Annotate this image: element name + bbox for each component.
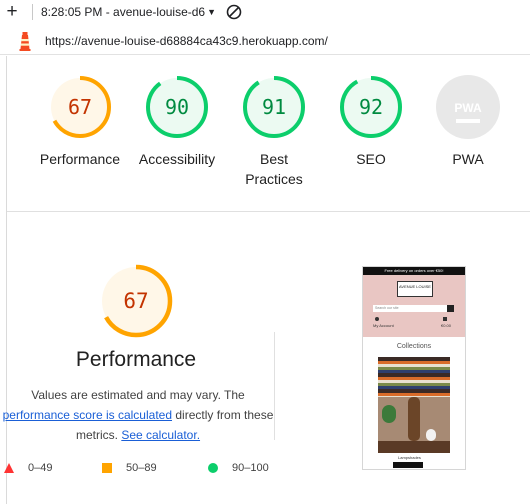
pwa-icon: PWA (436, 75, 500, 139)
performance-description: Values are estimated and may vary. The p… (0, 385, 276, 445)
collections-heading: Collections (396, 343, 432, 350)
site-search: Search our site (373, 305, 453, 312)
promo-banner: Free delivery on orders over €50! (363, 267, 465, 275)
lighthouse-icon (19, 31, 31, 51)
triangle-icon (4, 463, 14, 473)
desc-line-1: Values are estimated and may vary. The (31, 388, 245, 402)
user-icon (375, 317, 379, 321)
column-divider (274, 332, 275, 440)
toolbar-divider (32, 4, 33, 20)
site-logo: AVENUE LOUISE (397, 281, 433, 297)
gauge-best-practices[interactable]: 91 Best Practices (229, 75, 319, 189)
square-icon (102, 463, 112, 473)
score-gauges: 67 Performance 90 Accessibility 91 Best … (0, 62, 530, 212)
legend-pass: 90–100 (208, 462, 269, 474)
gauge-label: Performance (39, 151, 121, 167)
report-selector-label: 8:28:05 PM - avenue-louise-d6 (41, 5, 206, 19)
circle-icon (208, 463, 218, 473)
legend-range: 50–89 (126, 462, 157, 474)
legend-range: 0–49 (28, 462, 53, 474)
cart-icon (443, 317, 447, 321)
report-toolbar: + 8:28:05 PM - avenue-louise-d6 ▼ (0, 0, 530, 24)
report-selector[interactable]: 8:28:05 PM - avenue-louise-d6 ▼ (41, 5, 216, 19)
performance-title: Performance (75, 348, 197, 371)
image-caption: Lampshades (398, 455, 421, 460)
gauge-label: SEO (356, 151, 386, 167)
page-screenshot[interactable]: Free delivery on orders over €50! AVENUE… (362, 266, 466, 470)
desc-line-3: metrics. (75, 428, 118, 442)
lampshade-image (378, 357, 450, 453)
score-calculation-link[interactable]: performance score is calculated (3, 408, 172, 422)
cart-total: €0.00 (441, 323, 452, 328)
gauge-label: Accessibility (138, 151, 216, 167)
gauge-accessibility[interactable]: 90 Accessibility (132, 75, 222, 169)
section-divider (7, 211, 530, 212)
legend-average: 50–89 (102, 462, 157, 474)
score-value: 90 (164, 95, 190, 119)
gauge-pwa[interactable]: PWA PWA (423, 75, 513, 169)
legend-fail: 0–49 (4, 462, 52, 474)
desc-line-2: directly from these (175, 408, 274, 422)
performance-score: 67 (123, 289, 149, 313)
gauge-label: PWA (452, 151, 484, 167)
search-icon (447, 305, 454, 312)
score-value: 92 (358, 95, 384, 119)
report-url[interactable]: https://avenue-louise-d68884ca43c9.herok… (45, 34, 328, 48)
plus-icon[interactable]: + (0, 2, 24, 22)
gauge-label: Best Practices (245, 151, 303, 187)
block-icon[interactable] (226, 4, 242, 20)
thumbnail-footer-bar (393, 462, 423, 468)
site-header: AVENUE LOUISE Search our site My Account… (363, 275, 465, 337)
report-url-bar: https://avenue-louise-d68884ca43c9.herok… (0, 27, 530, 55)
gauge-performance[interactable]: 67 Performance (35, 75, 125, 169)
account-label: My Account (373, 323, 394, 328)
caret-down-icon: ▼ (207, 7, 217, 17)
calculator-link[interactable]: See calculator. (121, 428, 200, 442)
performance-gauge-large: 67 (99, 264, 173, 338)
score-value: 91 (261, 95, 287, 119)
gauge-seo[interactable]: 92 SEO (326, 75, 416, 169)
score-value: 67 (67, 95, 93, 119)
pwa-badge-text: PWA (454, 101, 482, 115)
legend-range: 90–100 (232, 462, 269, 474)
